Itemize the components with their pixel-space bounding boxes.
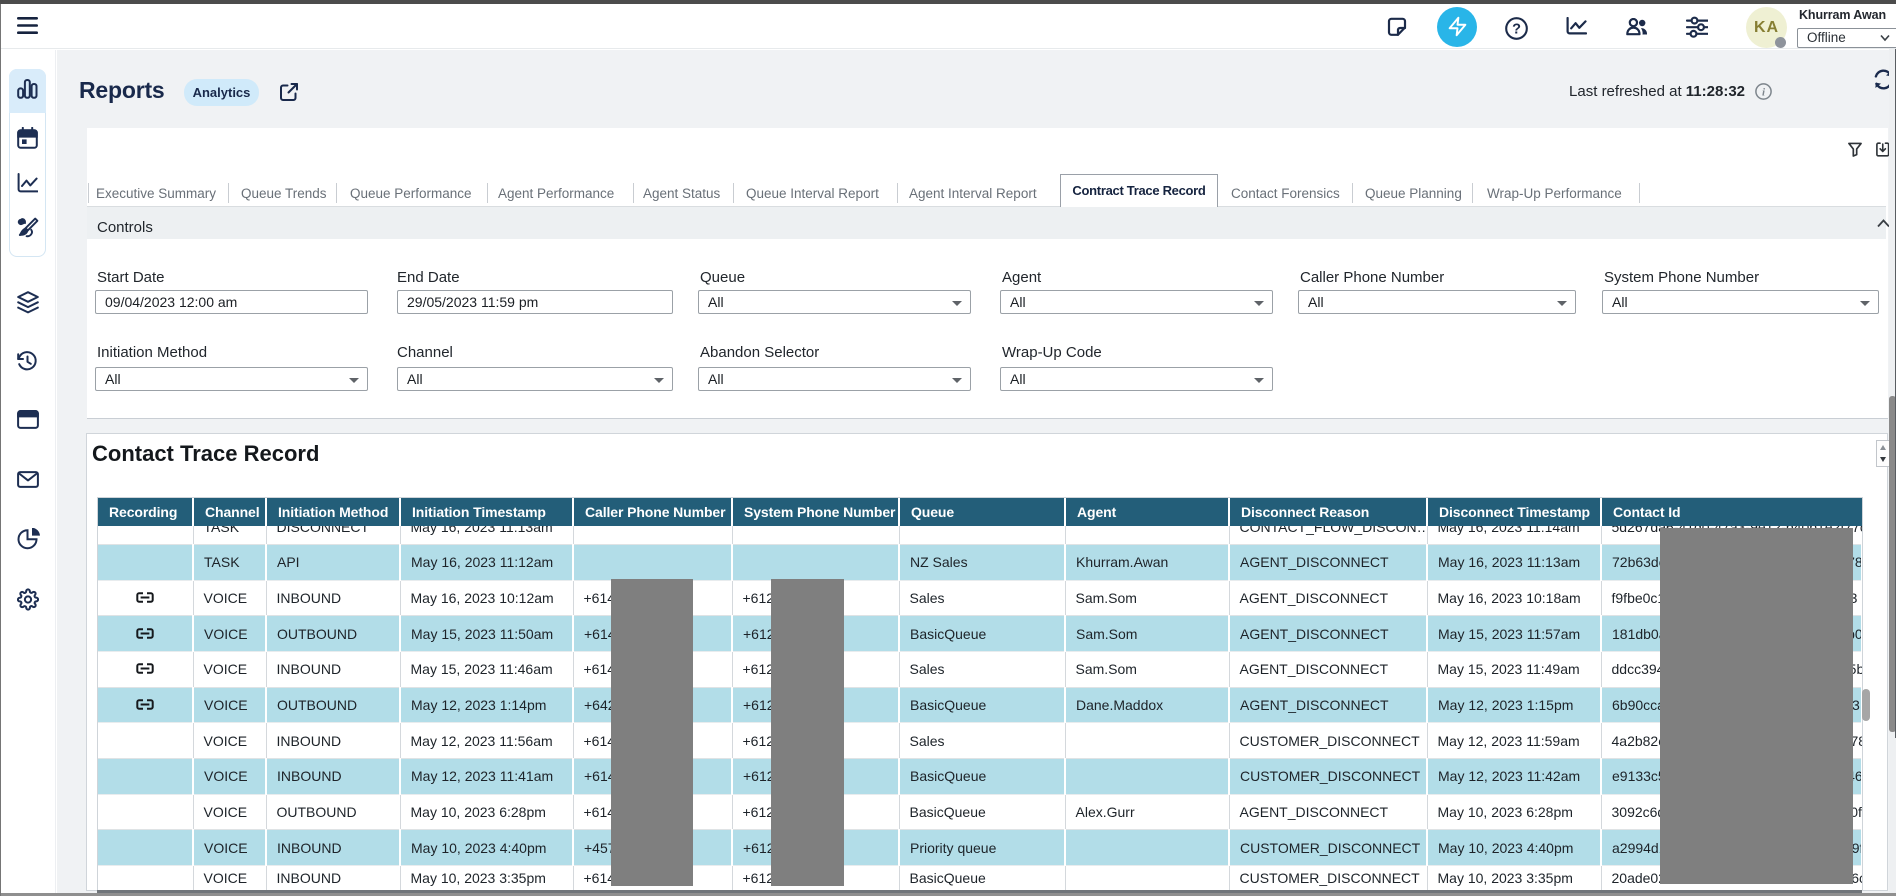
svg-text:i: i — [1762, 86, 1766, 98]
svg-text:?: ? — [1512, 22, 1521, 38]
